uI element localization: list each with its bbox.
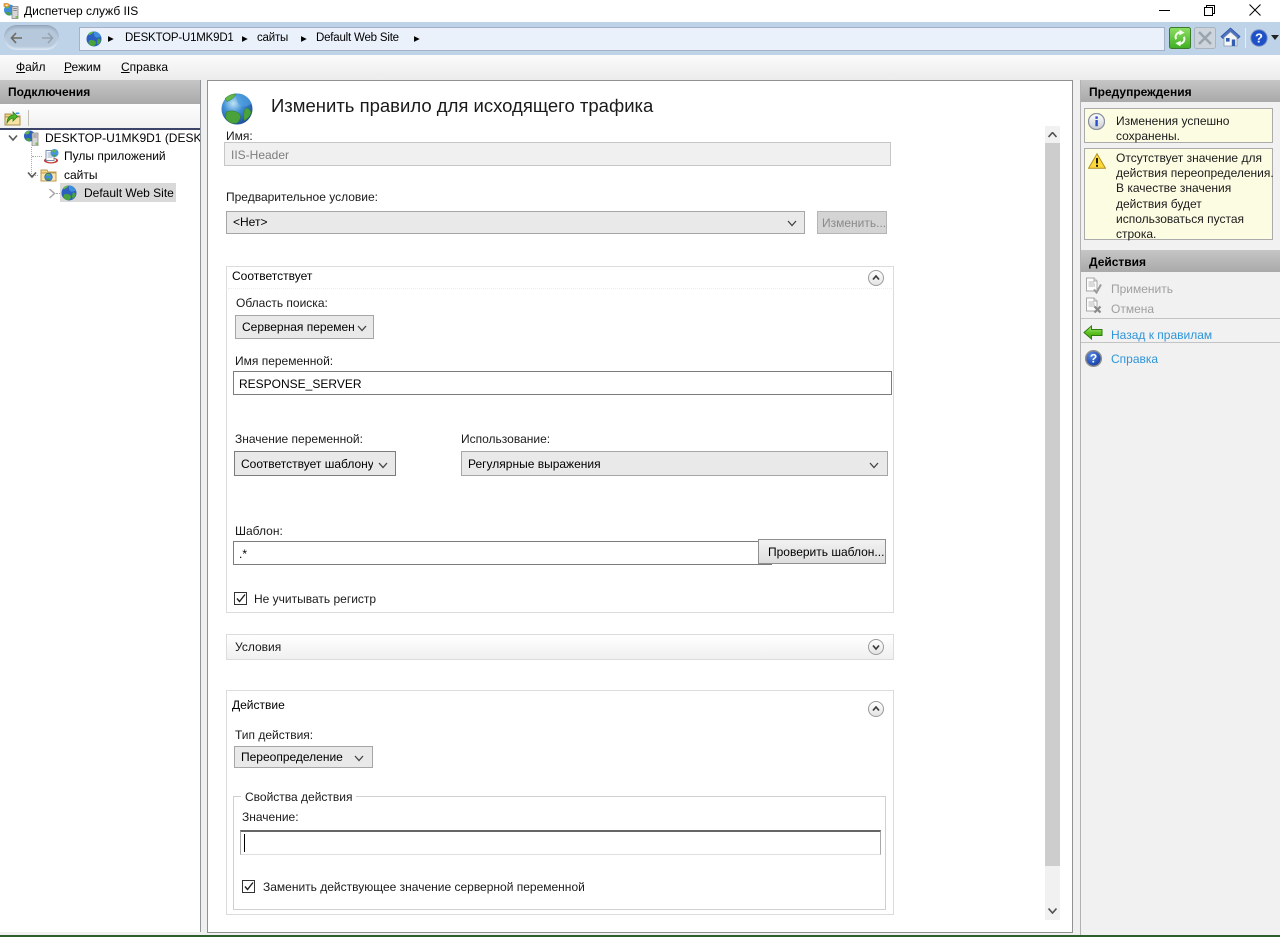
- svg-text:?: ?: [1090, 352, 1097, 366]
- svg-text:?: ?: [1255, 31, 1263, 46]
